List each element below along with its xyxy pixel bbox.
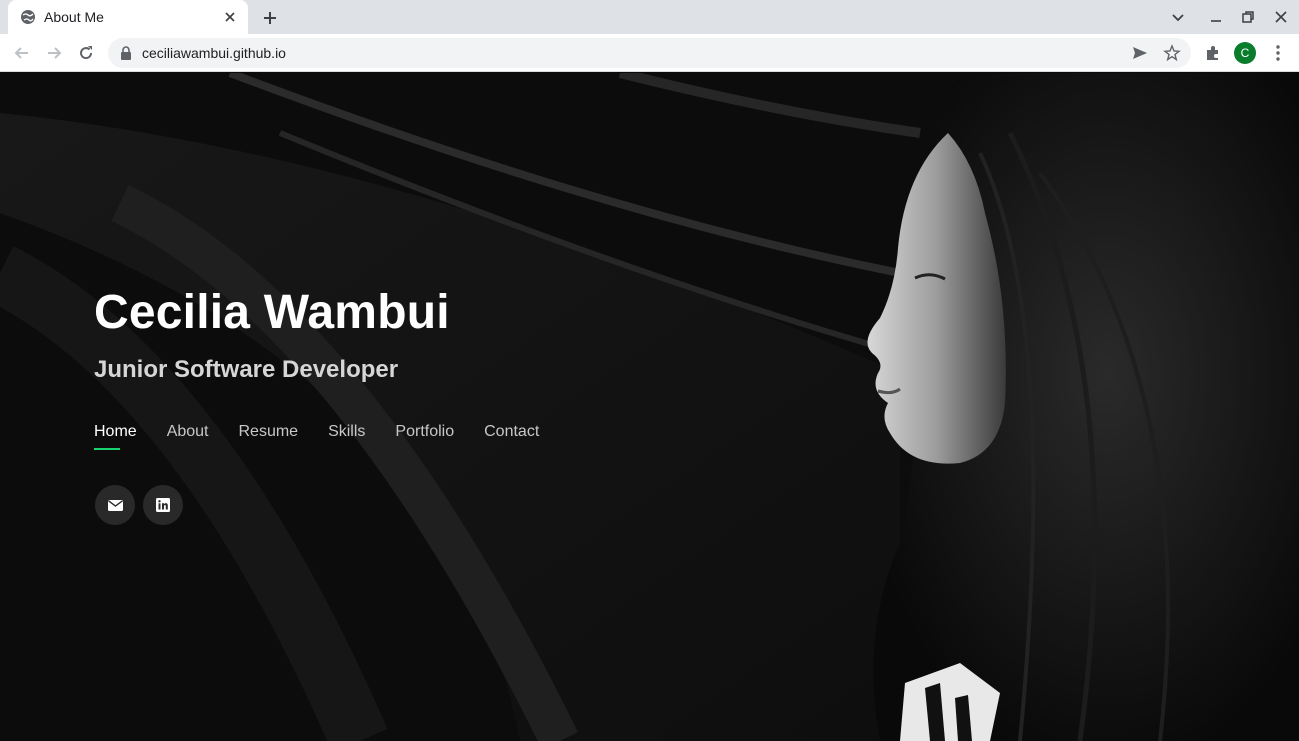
menu-icon[interactable]	[1268, 43, 1288, 63]
browser-toolbar: ceciliawambui.github.io C	[0, 34, 1299, 72]
star-icon[interactable]	[1163, 44, 1181, 62]
linkedin-button[interactable]	[143, 485, 183, 525]
new-tab-icon[interactable]	[260, 8, 280, 28]
lock-icon	[121, 46, 131, 60]
hero-background-image	[0, 73, 1299, 741]
tab-search-icon[interactable]	[1170, 9, 1186, 25]
address-bar[interactable]: ceciliawambui.github.io	[108, 38, 1191, 68]
nav-resume[interactable]: Resume	[239, 423, 299, 441]
social-links	[95, 485, 183, 525]
tab-title: About Me	[44, 9, 104, 25]
url-text: ceciliawambui.github.io	[142, 45, 286, 61]
browser-tab[interactable]: About Me	[8, 0, 248, 34]
nav-contact[interactable]: Contact	[484, 423, 539, 441]
profile-avatar[interactable]: C	[1234, 42, 1256, 64]
hero-section: Cecilia Wambui Junior Software Developer…	[0, 73, 1299, 741]
nav-home[interactable]: Home	[94, 423, 137, 450]
globe-icon	[21, 10, 35, 24]
send-icon[interactable]	[1131, 44, 1149, 62]
browser-tab-bar: About Me	[0, 0, 1299, 34]
restore-icon[interactable]	[1240, 9, 1256, 25]
nav-portfolio[interactable]: Portfolio	[395, 423, 454, 441]
email-button[interactable]	[95, 485, 135, 525]
linkedin-icon	[156, 498, 170, 512]
hero-role: Junior Software Developer	[94, 356, 399, 383]
email-icon	[107, 499, 123, 511]
nav-about[interactable]: About	[167, 423, 209, 441]
close-tab-icon[interactable]	[222, 9, 238, 25]
nav-skills[interactable]: Skills	[328, 423, 365, 441]
extensions-icon[interactable]	[1203, 43, 1223, 63]
minimize-icon[interactable]	[1208, 9, 1224, 25]
close-window-icon[interactable]	[1273, 9, 1289, 25]
hero-name: Cecilia Wambui	[94, 286, 450, 339]
reload-icon[interactable]	[76, 43, 96, 63]
forward-icon[interactable]	[44, 43, 64, 63]
main-nav: Home About Resume Skills Portfolio Conta…	[94, 423, 539, 450]
back-icon[interactable]	[12, 43, 32, 63]
